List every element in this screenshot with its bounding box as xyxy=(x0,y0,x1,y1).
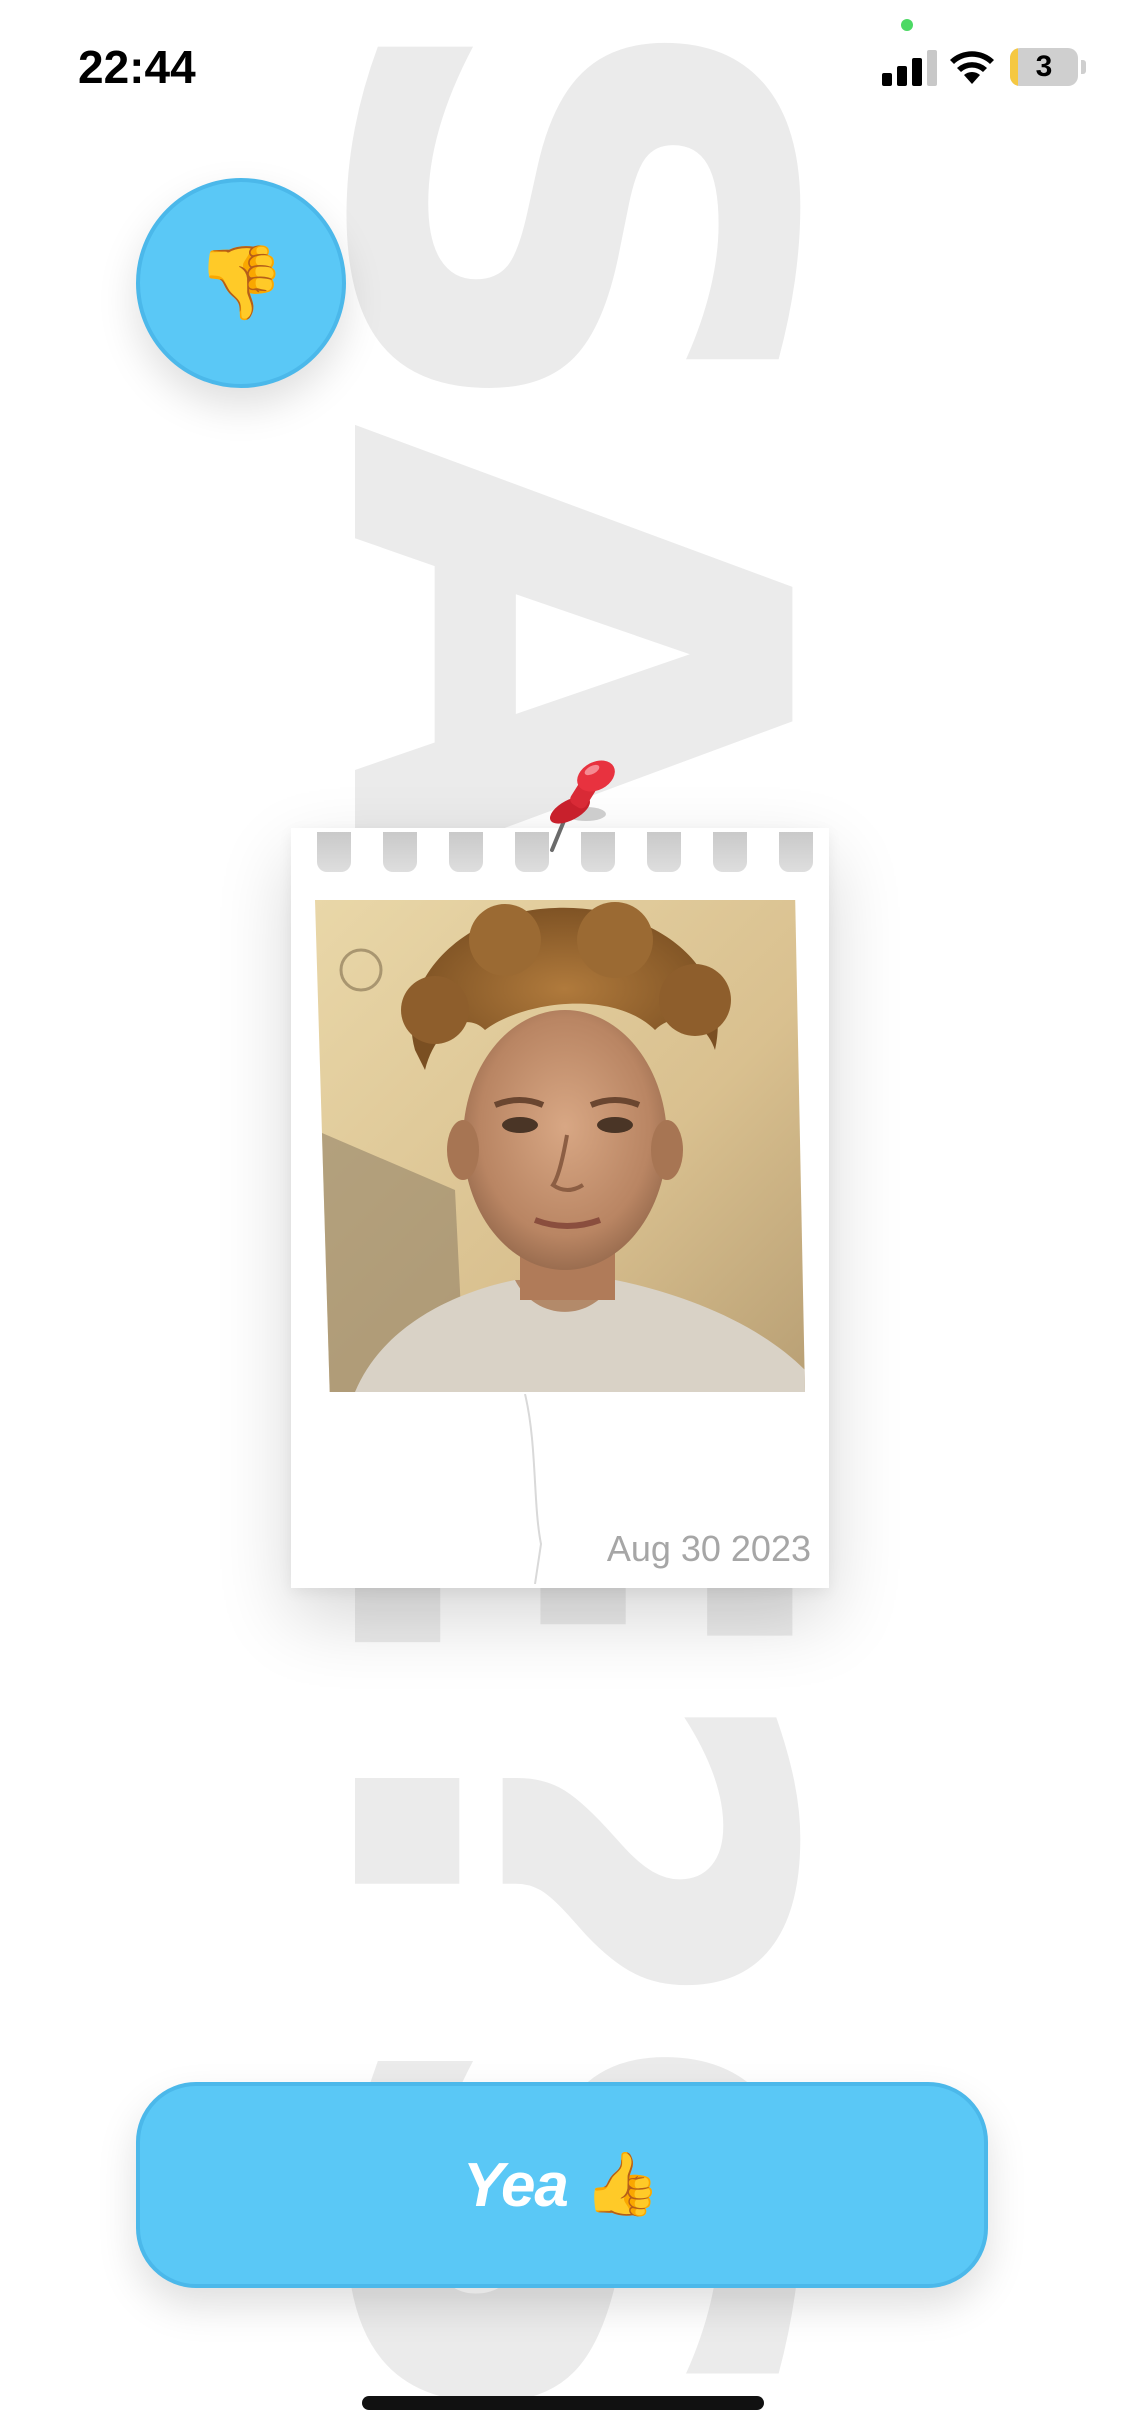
yea-button[interactable]: Yea 👍 xyxy=(136,2082,988,2288)
photo-card[interactable]: Aug 30 2023 xyxy=(291,828,829,1588)
battery-cap xyxy=(1081,60,1086,74)
selfie-photo xyxy=(315,900,805,1392)
thumbs-down-icon: 👎 xyxy=(196,243,286,323)
status-bar: 22:44 3 xyxy=(0,0,1125,130)
battery-level-text: 3 xyxy=(1035,50,1053,83)
cellular-signal-icon xyxy=(882,50,938,86)
battery-icon: 3 xyxy=(1010,48,1078,86)
binding-hole xyxy=(647,832,681,872)
binding-hole xyxy=(449,832,483,872)
home-indicator[interactable] xyxy=(362,2396,764,2410)
status-time: 22:44 xyxy=(78,41,196,93)
privacy-indicator-dot xyxy=(901,19,913,31)
photo-date: Aug 30 2023 xyxy=(606,1528,811,1569)
screen: SAFE?S 22:44 3 👎 xyxy=(0,0,1125,2436)
dislike-button[interactable]: 👎 xyxy=(136,178,346,388)
paper-tear-mark xyxy=(521,1393,551,1585)
thumbs-up-icon: 👍 xyxy=(583,2150,662,2219)
pushpin-icon xyxy=(540,758,620,854)
binding-hole xyxy=(317,832,351,872)
yea-button-label: Yea xyxy=(462,2150,569,2220)
binding-hole xyxy=(779,832,813,872)
binding-hole xyxy=(713,832,747,872)
binding-hole xyxy=(383,832,417,872)
wifi-icon xyxy=(948,48,996,86)
